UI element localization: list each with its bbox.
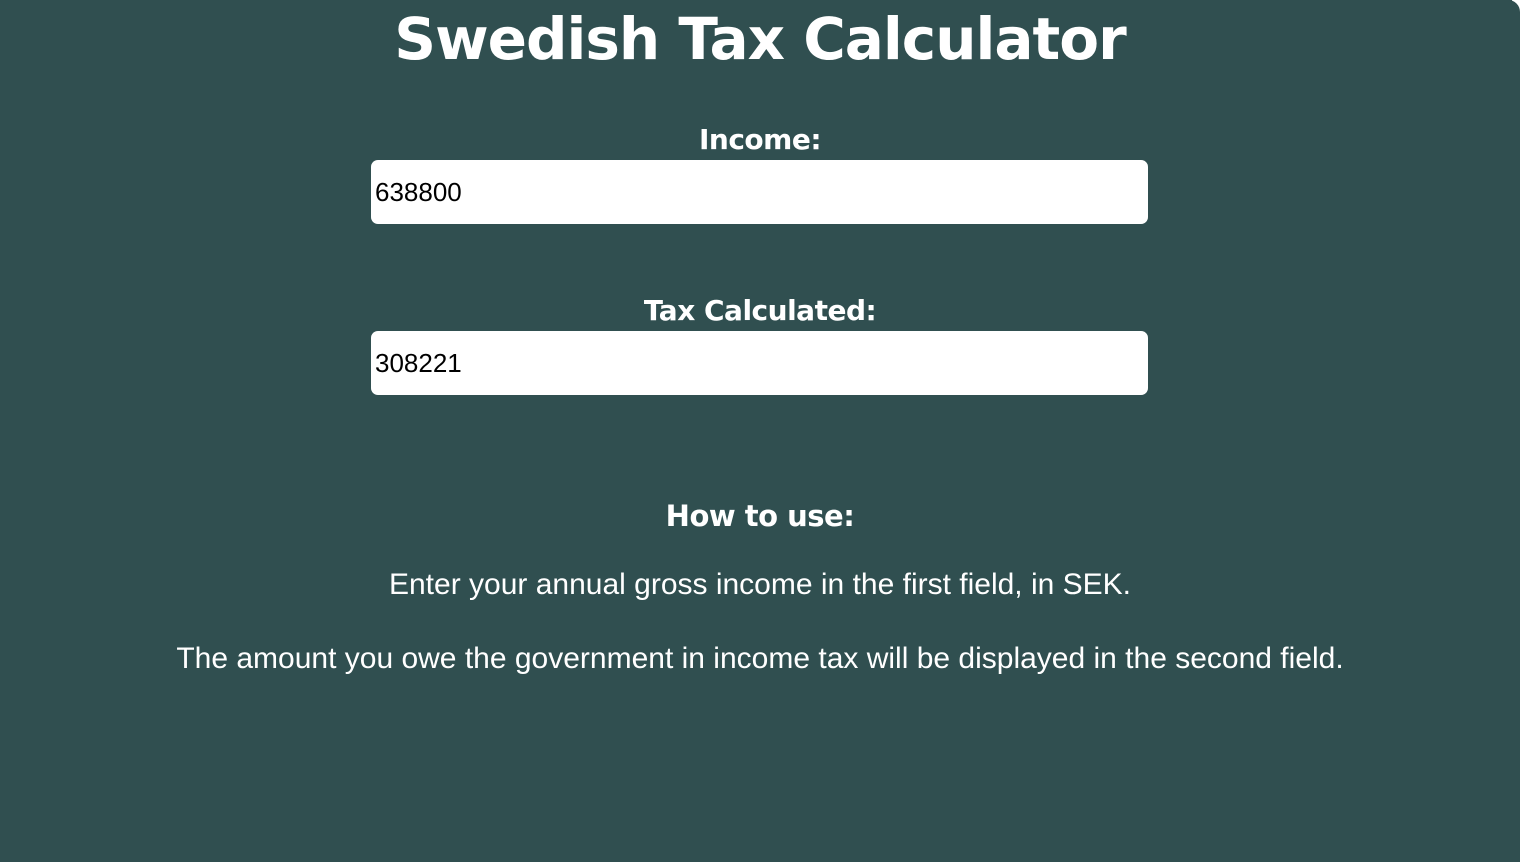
instruction-text-1: Enter your annual gross income in the fi…: [388, 568, 1132, 601]
tax-calculated-field[interactable]: [371, 331, 1148, 395]
income-label: Income:: [698, 123, 822, 156]
window-right-edge: [1520, 0, 1526, 862]
income-input[interactable]: [371, 160, 1148, 224]
tax-calculated-label: Tax Calculated:: [643, 294, 877, 327]
how-to-use-heading: How to use:: [665, 499, 855, 533]
page-title: Swedish Tax Calculator: [394, 5, 1126, 73]
instruction-text-2: The amount you owe the government in inc…: [176, 642, 1344, 675]
page: Swedish Tax Calculator Income: Tax Calcu…: [0, 0, 1526, 862]
